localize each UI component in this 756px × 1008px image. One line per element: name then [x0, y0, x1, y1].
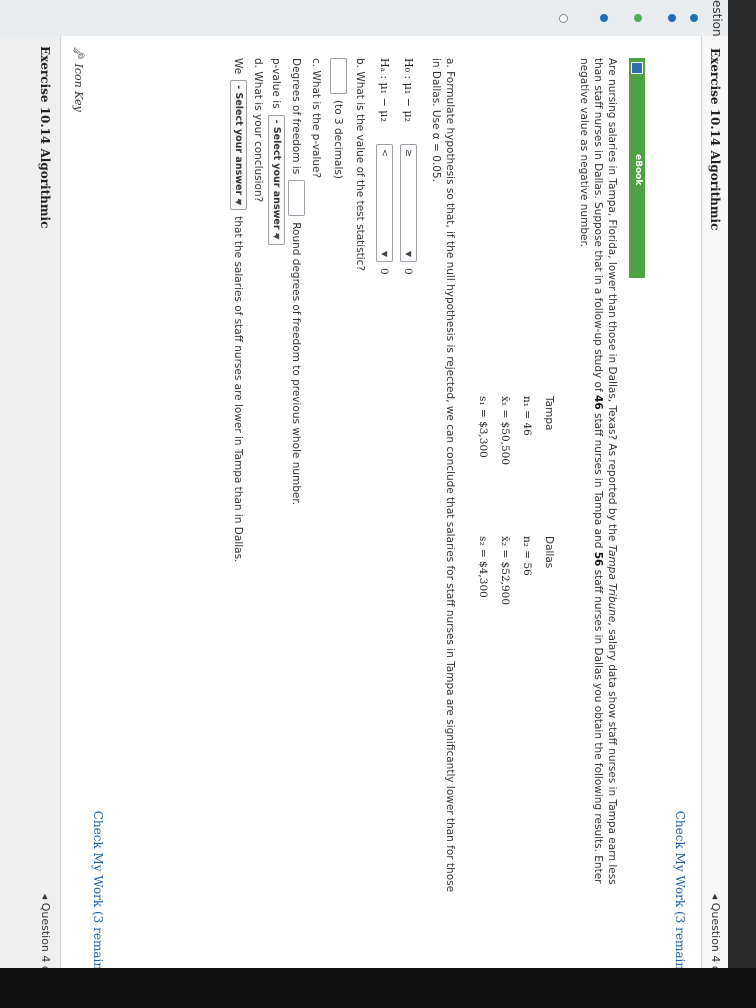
- problem-line-1: Are nursing salaries in Tampa, Florida, …: [605, 58, 619, 885]
- p-value-prefix: p-value is: [270, 58, 283, 109]
- part-a-text-2: in Dallas. Use α = 0.05.: [430, 58, 442, 182]
- ha-value: 0: [378, 268, 391, 275]
- h0-label: H₀ : μ₁ − μ₂: [402, 58, 415, 123]
- check-my-work-link[interactable]: Check My Work (3 remaining): [673, 811, 687, 994]
- key-icon: 🗝: [72, 46, 85, 64]
- test-statistic-row: (to 3 decimals): [330, 58, 347, 179]
- chevron-down-icon: ▼: [272, 233, 281, 240]
- question-dot[interactable]: [600, 14, 608, 22]
- tampa-std: s₁ = $3,300: [477, 396, 489, 458]
- problem-line-2: than staff nurses in Dallas. Suppose tha…: [591, 58, 605, 883]
- header: Exercise 10.14 Algorithmic ◂ Question 4 …: [701, 36, 728, 1008]
- h0-value: 0: [402, 268, 415, 275]
- p-value-row: p-value is - Select your answer - ▼: [268, 58, 285, 245]
- book-icon: [631, 62, 643, 74]
- problem-text: , salary data show staff nurses in Tampa…: [606, 622, 618, 885]
- h0-operator-select[interactable]: ≥ ▼: [400, 144, 417, 262]
- problem-text: than staff nurses in Dallas. Suppose tha…: [592, 58, 604, 396]
- p-value-selected: - Select your answer -: [271, 119, 282, 237]
- df-suffix: Round degrees of freedom to previous who…: [290, 222, 303, 506]
- chevron-down-icon: ▼: [380, 250, 389, 257]
- screen: estions Exercise 10.14 Algorithmic ◂ Que…: [0, 0, 728, 1008]
- icon-key-label: Icon Key: [72, 63, 85, 112]
- test-statistic-input[interactable]: [330, 58, 347, 94]
- tampa-sample-size: 46: [592, 395, 604, 410]
- part-b-text: b. What is the value of the test statist…: [354, 58, 366, 272]
- conclusion-select[interactable]: - Select your answer - ▼: [230, 80, 247, 211]
- chevron-down-icon: ▼: [404, 250, 413, 257]
- conclusion-prefix: We: [232, 58, 245, 75]
- ebook-button[interactable]: eBook: [629, 58, 645, 278]
- ha-operator-select[interactable]: < ▼: [376, 144, 393, 262]
- dallas-n: n₂ = 56: [521, 536, 533, 576]
- part-a-text: a. Formulate hypothesis so that, if the …: [444, 58, 456, 893]
- df-prefix: Degrees of freedom is: [290, 58, 303, 175]
- ebook-label: eBook: [633, 154, 643, 186]
- exercise-title: Exercise 10.14 Algorithmic: [708, 48, 722, 231]
- problem-text: staff nurses in Tampa and: [592, 409, 604, 552]
- dallas-sample-size: 56: [592, 551, 604, 567]
- question-dot[interactable]: [690, 14, 698, 22]
- main-content: Check My Work (3 remaining) eBook Are nu…: [60, 36, 701, 1008]
- ha-operator-value: <: [379, 149, 390, 157]
- p-value-select[interactable]: - Select your answer - ▼: [268, 114, 285, 245]
- conclusion-suffix: that the salaries of staff nurses are lo…: [232, 216, 245, 563]
- tampa-column-title: Tampa: [543, 396, 555, 431]
- h0-row: H₀ : μ₁ − μ₂ ≥ ▼ 0: [400, 58, 417, 275]
- dallas-column-title: Dallas: [543, 536, 555, 569]
- screen-bezel: [0, 968, 756, 1008]
- question-nav-rail: estions: [0, 0, 728, 43]
- dallas-std: s₂ = $4,300: [477, 536, 489, 598]
- icon-key[interactable]: 🗝 Icon Key: [72, 46, 85, 112]
- problem-text: staff nurses in Dallas you obtain the fo…: [592, 566, 604, 884]
- ha-row: Hₐ : μ₁ − μ₂ < ▼ 0: [376, 58, 393, 275]
- question-dot[interactable]: [668, 14, 676, 22]
- problem-source: Tampa Tribune: [606, 544, 618, 623]
- part-d-text: d. What is your conclusion?: [252, 58, 264, 203]
- conclusion-selected: - Select your answer -: [233, 85, 244, 203]
- test-statistic-hint: (to 3 decimals): [332, 100, 345, 179]
- dallas-mean: x̄₂ = $52,900: [499, 536, 511, 606]
- footer: Exercise 10.14 Algorithmic ◂ Question 4 …: [0, 36, 61, 1008]
- tampa-n: n₁ = 46: [521, 396, 533, 436]
- tampa-mean: x̄₁ = $50,500: [499, 396, 511, 466]
- degrees-of-freedom-input[interactable]: [288, 180, 305, 217]
- chevron-down-icon: ▼: [234, 199, 243, 206]
- h0-operator-value: ≥: [403, 149, 414, 157]
- problem-text: Are nursing salaries in Tampa, Florida, …: [606, 58, 618, 545]
- conclusion-row: We - Select your answer - ▼ that the sala…: [230, 58, 247, 562]
- ha-label: Hₐ : μ₁ − μ₂: [378, 58, 391, 122]
- part-c-text: c. What is the p-value?: [310, 58, 322, 179]
- problem-line-3: negative value as negative number.: [578, 58, 590, 248]
- question-dot[interactable]: [559, 14, 568, 23]
- check-my-work-link-bottom[interactable]: Check My Work (3 remaining): [91, 811, 105, 994]
- degrees-of-freedom-row: Degrees of freedom is Round degrees of f…: [288, 58, 305, 505]
- question-dot-current[interactable]: [634, 14, 642, 22]
- footer-exercise-title: Exercise 10.14 Algorithmic: [38, 46, 52, 229]
